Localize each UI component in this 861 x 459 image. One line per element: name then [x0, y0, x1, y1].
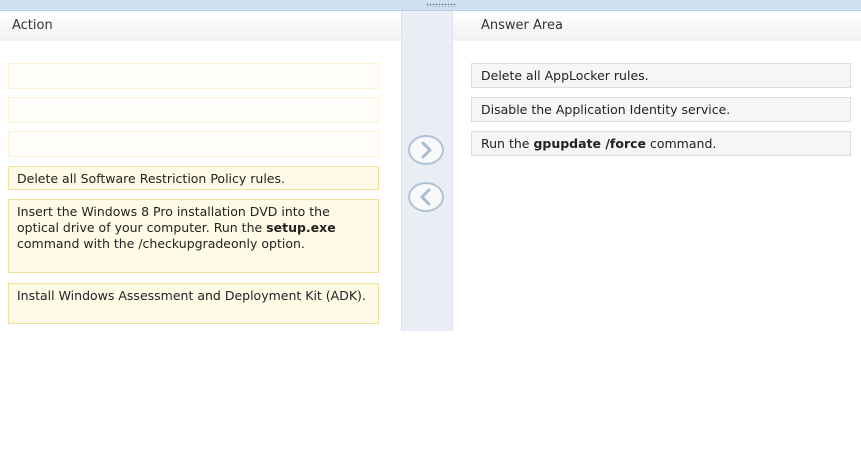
move-buttons-column [401, 11, 453, 331]
splitter-bar[interactable] [0, 0, 861, 11]
chevron-right-icon [421, 141, 432, 159]
action-item-delete-srp-rules[interactable]: Delete all Software Restriction Policy r… [8, 166, 379, 190]
chevron-left-icon [420, 188, 431, 206]
action-header: Action [0, 11, 401, 41]
answer-item-text: command. [646, 136, 717, 151]
action-item-install-adk[interactable]: Install Windows Assessment and Deploymen… [8, 283, 379, 324]
answer-item-bold-text: gpupdate /force [533, 136, 647, 151]
action-slot-empty[interactable] [8, 63, 379, 89]
action-slot-empty[interactable] [8, 97, 379, 123]
move-right-button[interactable] [408, 135, 444, 165]
answer-item-text: Run the [481, 136, 534, 151]
grip-icon[interactable] [426, 3, 456, 7]
move-left-button[interactable] [408, 182, 444, 212]
action-slot-empty[interactable] [8, 131, 379, 157]
answer-item-run-gpupdate[interactable]: Run the gpupdate /force command. [471, 131, 851, 156]
action-item-run-setup-checkupgradeonly[interactable]: Insert the Windows 8 Pro installation DV… [8, 199, 379, 273]
action-item-text: command with the /checkupgradeonly optio… [17, 236, 305, 251]
answer-area-header: Answer Area [453, 11, 861, 41]
answer-item-delete-applocker-rules[interactable]: Delete all AppLocker rules. [471, 63, 851, 88]
action-item-bold-text: setup.exe [266, 220, 336, 235]
answer-item-disable-appid-service[interactable]: Disable the Application Identity service… [471, 97, 851, 122]
